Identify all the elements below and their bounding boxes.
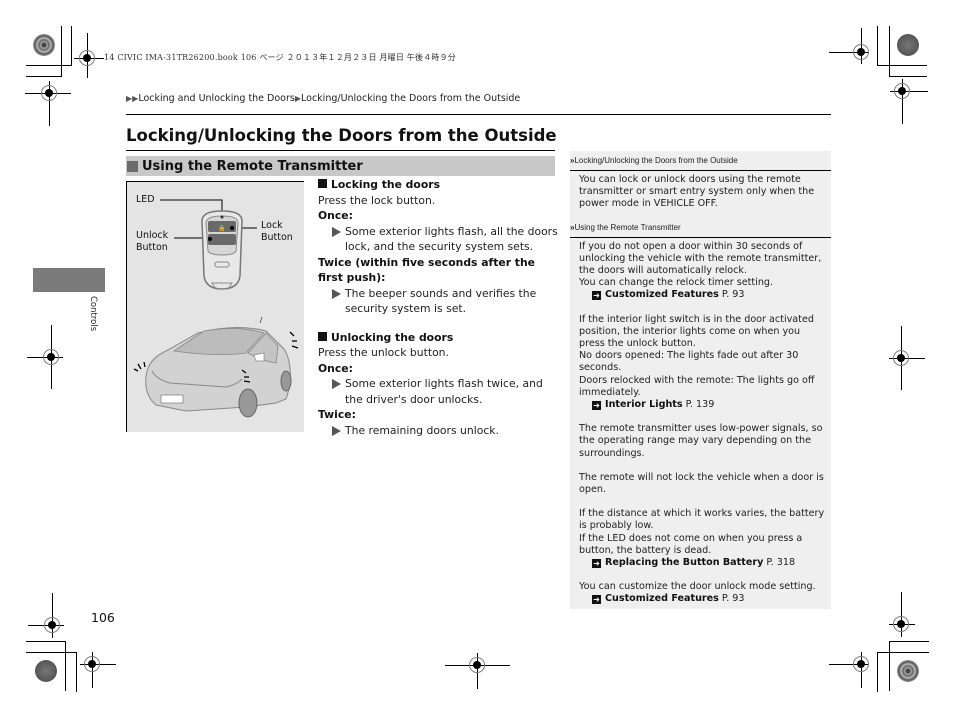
crop-line bbox=[877, 65, 927, 66]
note-text: No doors opened: The lights fade out aft… bbox=[579, 350, 799, 374]
note-text: If you do not open a door within 30 seco… bbox=[579, 240, 822, 277]
locking-instruction: Press the lock button. bbox=[318, 193, 436, 207]
unlocking-once-text: Some exterior lights flash twice, and th… bbox=[318, 376, 558, 407]
chapter-tab[interactable] bbox=[33, 268, 105, 292]
title-divider bbox=[126, 150, 555, 151]
crop-line bbox=[26, 652, 77, 653]
page-title: Locking/Unlocking the Doors from the Out… bbox=[126, 126, 557, 145]
note-heading-text: Using the Remote Transmitter bbox=[574, 222, 681, 232]
arrow-right-box-icon: ➜ bbox=[592, 291, 601, 301]
crop-line bbox=[61, 26, 62, 76]
locking-once-label: Once: bbox=[318, 209, 353, 222]
square-bullet-icon bbox=[318, 331, 327, 341]
breadcrumb-item[interactable]: Locking and Unlocking the Doors bbox=[138, 93, 295, 104]
triangle-bullet-icon bbox=[332, 288, 341, 299]
double-arrow-icon: ▶▶ bbox=[126, 94, 139, 103]
color-registration-icon bbox=[897, 660, 919, 682]
arrow-right-box-icon: ➜ bbox=[592, 559, 601, 569]
crop-line bbox=[76, 652, 77, 692]
locking-heading: Locking the doors bbox=[318, 177, 558, 193]
note-body: You can lock or unlock doors using the r… bbox=[570, 171, 831, 211]
square-bullet-icon bbox=[318, 179, 327, 188]
color-registration-icon bbox=[35, 660, 57, 682]
note-text: If the interior light switch is in the d… bbox=[579, 313, 814, 350]
note-text: Doors relocked with the remote: The ligh… bbox=[579, 374, 815, 398]
unlocking-heading: Unlocking the doors bbox=[318, 330, 558, 346]
section-header: Using the Remote Transmitter bbox=[126, 156, 555, 176]
note-text: If the LED does not come on when you pre… bbox=[579, 532, 803, 556]
unlocking-twice-desc: The remaining doors unlock. bbox=[345, 423, 499, 437]
note-text: You can customize the door unlock mode s… bbox=[579, 581, 816, 593]
chapter-label: Controls bbox=[88, 296, 98, 332]
unlocking-heading-text: Unlocking the doors bbox=[331, 330, 454, 344]
notes-panel: »Locking/Unlocking the Doors from the Ou… bbox=[570, 151, 831, 609]
note-text: You can lock or unlock doors using the r… bbox=[579, 174, 815, 210]
note-heading[interactable]: »Locking/Unlocking the Doors from the Ou… bbox=[570, 151, 831, 170]
xref-page: P. 318 bbox=[766, 557, 796, 569]
crop-line bbox=[889, 26, 890, 76]
breadcrumb: ▶▶Locking and Unlocking the Doors▶Lockin… bbox=[126, 93, 520, 104]
cross-reference-link[interactable]: ➜ Customized Features P. 93 bbox=[579, 593, 825, 605]
crop-line bbox=[889, 641, 890, 691]
triangle-bullet-icon bbox=[332, 425, 341, 436]
note-text: If the distance at which it works varies… bbox=[579, 508, 825, 532]
color-registration-icon bbox=[33, 34, 55, 56]
print-header: 14 CIVIC IMA-31TR26200.book 106 ページ ２０１３… bbox=[104, 53, 456, 62]
crop-line bbox=[26, 76, 62, 77]
note-text: The remote will not lock the vehicle whe… bbox=[579, 471, 824, 496]
square-bullet-icon bbox=[127, 160, 138, 172]
key-fob-icon: 🔒 bbox=[201, 210, 243, 290]
section-title: Using the Remote Transmitter bbox=[142, 158, 363, 174]
svg-text:🔒: 🔒 bbox=[218, 224, 225, 232]
cross-reference-link[interactable]: ➜ Replacing the Button Battery P. 318 bbox=[579, 557, 825, 569]
unlock-button bbox=[208, 234, 236, 245]
arrow-right-box-icon: ➜ bbox=[592, 595, 601, 605]
xref-page: P. 93 bbox=[721, 289, 745, 301]
note-heading-text: Locking/Unlocking the Doors from the Out… bbox=[574, 156, 738, 165]
crop-line bbox=[26, 65, 72, 66]
locking-twice-label: Twice (within five seconds after the fir… bbox=[318, 255, 535, 285]
crop-line bbox=[877, 26, 878, 66]
crop-line bbox=[26, 641, 66, 642]
unlocking-once-label: Once: bbox=[318, 361, 353, 375]
xref-title: Customized Features bbox=[605, 593, 719, 605]
unlocking-once-desc: Some exterior lights flash twice, and th… bbox=[345, 377, 543, 406]
triangle-bullet-icon bbox=[332, 379, 341, 389]
crop-line bbox=[877, 652, 878, 692]
locking-twice-desc: The beeper sounds and verifies the secur… bbox=[345, 286, 537, 316]
page-number: 106 bbox=[91, 610, 115, 625]
xref-title: Replacing the Button Battery bbox=[605, 557, 764, 569]
xref-page: P. 93 bbox=[721, 593, 745, 605]
header-divider bbox=[126, 114, 831, 115]
unlocking-instruction: Press the unlock button. bbox=[318, 346, 449, 359]
crop-line bbox=[71, 26, 72, 66]
breadcrumb-item[interactable]: Locking/Unlocking the Doors from the Out… bbox=[301, 93, 520, 104]
note-text: The remote transmitter uses low-power si… bbox=[579, 423, 823, 459]
crop-line bbox=[889, 641, 929, 642]
remote-transmitter-figure: LED Unlock Button Lock Button 🔒 bbox=[126, 181, 304, 432]
car-illustration-icon bbox=[133, 316, 299, 418]
triangle-bullet-icon bbox=[332, 226, 341, 237]
crop-line bbox=[65, 641, 66, 691]
xref-title: Interior Lights bbox=[605, 399, 683, 411]
cross-reference-link[interactable]: ➜ Interior Lights P. 139 bbox=[579, 399, 825, 411]
note-heading[interactable]: »Using the Remote Transmitter bbox=[570, 223, 831, 237]
locking-once-text: Some exterior lights flash, all the door… bbox=[318, 224, 558, 255]
instructions: Locking the doors Press the lock button.… bbox=[318, 177, 558, 438]
figure-illustration: 🔒 bbox=[133, 199, 299, 418]
unlocking-twice-label: Twice: bbox=[318, 408, 356, 421]
arrow-right-box-icon: ➜ bbox=[592, 401, 601, 411]
locking-twice-text: The beeper sounds and verifies the secur… bbox=[318, 286, 558, 317]
note-text: You can change the relock timer setting. bbox=[579, 277, 774, 289]
crop-line bbox=[889, 76, 927, 77]
locking-heading-text: Locking the doors bbox=[331, 178, 440, 191]
color-registration-icon bbox=[897, 34, 919, 56]
unlocking-twice-text: The remaining doors unlock. bbox=[318, 423, 558, 439]
xref-page: P. 139 bbox=[685, 399, 715, 411]
locking-once-desc: Some exterior lights flash, all the door… bbox=[345, 224, 558, 254]
xref-title: Customized Features bbox=[605, 289, 719, 301]
cross-reference-link[interactable]: ➜ Customized Features P. 93 bbox=[579, 289, 825, 301]
note-body: If you do not open a door within 30 seco… bbox=[570, 238, 831, 606]
crop-line bbox=[877, 652, 929, 653]
